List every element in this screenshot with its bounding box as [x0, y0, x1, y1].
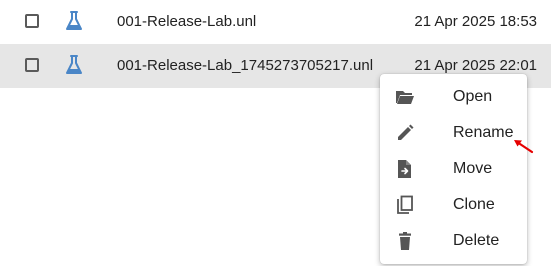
file-name[interactable]: 001-Release-Lab_1745273705217.unl — [117, 57, 373, 75]
file-name[interactable]: 001-Release-Lab.unl — [117, 13, 256, 31]
file-manager-screen: 001-Release-Lab.unl 21 Apr 2025 18:53 00… — [0, 0, 551, 266]
menu-item-move[interactable]: Move — [380, 151, 527, 187]
menu-item-label: Move — [453, 160, 493, 177]
menu-item-label: Delete — [453, 232, 500, 249]
pencil-icon — [398, 124, 414, 140]
file-modified-date: 21 Apr 2025 18:53 — [414, 13, 537, 30]
annotation-arrow-icon — [514, 140, 534, 154]
menu-item-label: Open — [453, 88, 493, 105]
context-menu: Open Rename Move Clone Delete — [380, 74, 527, 264]
lab-flask-icon — [66, 55, 82, 74]
menu-item-delete[interactable]: Delete — [380, 223, 527, 259]
file-move-icon — [398, 160, 411, 178]
folder-open-icon — [396, 91, 414, 104]
trash-icon — [399, 232, 411, 250]
copy-icon — [397, 195, 413, 214]
file-row[interactable]: 001-Release-Lab.unl 21 Apr 2025 18:53 — [0, 0, 551, 44]
row-checkbox[interactable] — [25, 58, 39, 72]
menu-item-clone[interactable]: Clone — [380, 187, 527, 223]
menu-item-open[interactable]: Open — [380, 79, 527, 115]
row-checkbox[interactable] — [25, 14, 39, 28]
file-modified-date: 21 Apr 2025 22:01 — [414, 57, 537, 74]
menu-item-label: Clone — [453, 196, 495, 213]
lab-flask-icon — [66, 11, 82, 30]
